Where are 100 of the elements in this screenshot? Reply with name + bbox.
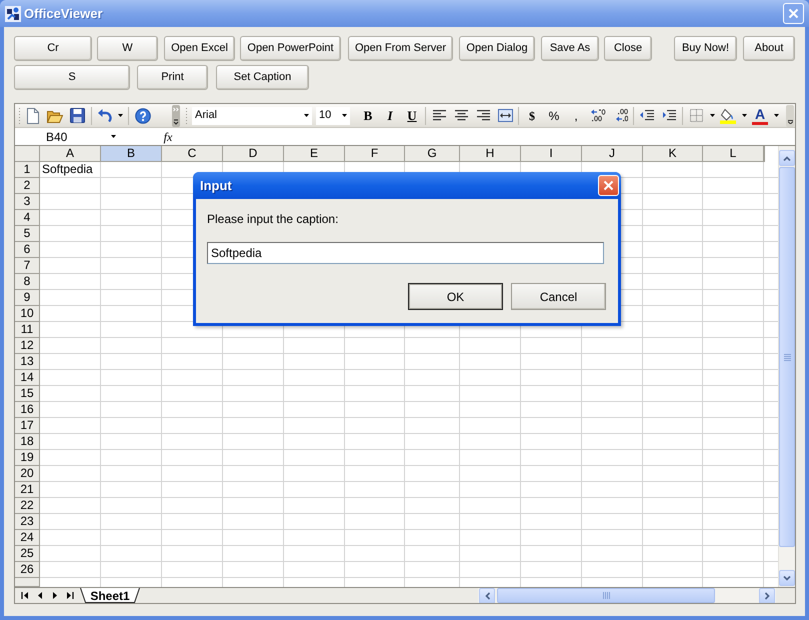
row-header[interactable]: 15 (15, 386, 40, 402)
column-header[interactable]: E (284, 146, 345, 162)
font-size-combo[interactable]: 10 (316, 106, 350, 124)
increase-decimal-icon (590, 109, 606, 122)
merge-center-icon (498, 109, 512, 122)
command-button[interactable]: Open From Server (348, 36, 453, 61)
command-button[interactable]: Close (604, 36, 652, 61)
percent-button[interactable]: % (543, 106, 565, 126)
column-header[interactable]: I (521, 146, 582, 162)
column-header[interactable]: F (345, 146, 405, 162)
underline-button[interactable]: U (401, 106, 423, 126)
skip-forward-icon (66, 591, 74, 600)
row-header[interactable]: 3 (15, 194, 40, 210)
scrollbar-thumb[interactable] (779, 167, 795, 547)
decrease-indent-icon (640, 110, 654, 122)
column-header[interactable]: D (223, 146, 284, 162)
row-header[interactable]: 5 (15, 226, 40, 242)
caret-icon (710, 114, 714, 117)
font-combo[interactable]: Arial (192, 106, 312, 124)
row-header[interactable]: 9 (15, 290, 40, 306)
command-button[interactable]: Save As (541, 36, 599, 61)
scroll-left-button[interactable] (479, 588, 495, 603)
undo-icon (98, 109, 112, 122)
font-color-button[interactable]: A (752, 106, 768, 124)
scrollbar-thumb[interactable] (497, 588, 715, 603)
caret-icon (111, 135, 116, 138)
row-header[interactable]: 25 (15, 546, 40, 562)
dialog-button[interactable]: Cancel (511, 283, 606, 310)
align-center-icon (454, 110, 468, 121)
command-button[interactable]: Set Caption (216, 65, 309, 90)
command-button[interactable]: Open PowerPoint (240, 36, 341, 61)
row-header[interactable]: 12 (15, 338, 40, 354)
row-header[interactable]: 20 (15, 466, 40, 482)
row-header[interactable]: 26 (15, 562, 40, 578)
command-button[interactable]: Open Dialog (459, 36, 535, 61)
row-header[interactable]: 14 (15, 370, 40, 386)
toolbar-overflow-button[interactable] (172, 104, 180, 126)
skip-back-icon (20, 591, 28, 600)
scroll-up-button[interactable] (779, 150, 795, 166)
column-header[interactable]: J (582, 146, 643, 162)
row-header[interactable]: 8 (15, 274, 40, 290)
currency-button[interactable]: $ (521, 106, 543, 126)
comma-style-button[interactable]: , (565, 106, 587, 126)
command-button[interactable]: S (14, 65, 130, 90)
row-header[interactable]: 21 (15, 482, 40, 498)
row-header[interactable]: 24 (15, 530, 40, 546)
command-button[interactable]: Buy Now! (674, 36, 737, 61)
table-cell-text: Softpedia (41, 162, 94, 178)
chevron-down-icon (788, 120, 792, 124)
column-header[interactable]: L (703, 146, 764, 162)
bold-button[interactable]: B (357, 106, 379, 126)
row-header[interactable]: 17 (15, 418, 40, 434)
command-button[interactable]: Print (137, 65, 208, 90)
triangle-right-icon (50, 591, 58, 600)
new-document-icon (26, 108, 40, 124)
row-header[interactable]: 19 (15, 450, 40, 466)
insert-function-button[interactable]: fx (161, 128, 175, 146)
grip-handle-icon (18, 106, 21, 124)
column-header[interactable]: H (460, 146, 521, 162)
row-header[interactable]: 1 (15, 162, 40, 178)
row-header[interactable]: 7 (15, 258, 40, 274)
row-header[interactable]: 18 (15, 434, 40, 450)
borders-icon (690, 109, 702, 122)
command-button[interactable]: Open Excel (164, 36, 235, 61)
row-header[interactable]: 16 (15, 402, 40, 418)
close-button[interactable] (598, 175, 619, 196)
scroll-right-button[interactable] (759, 588, 775, 603)
vertical-scrollbar[interactable] (778, 146, 795, 587)
folder-icon (47, 108, 63, 122)
command-button[interactable]: W (97, 36, 158, 61)
caret-icon (342, 114, 347, 117)
row-header[interactable]: 23 (15, 514, 40, 530)
dialog-title: Input (200, 176, 232, 195)
chevron-up-icon (783, 156, 791, 160)
row-header[interactable]: 6 (15, 242, 40, 258)
caption-field[interactable]: Softpedia (207, 242, 604, 264)
triangle-left-icon (36, 591, 44, 600)
grip-handle-icon (185, 106, 188, 124)
close-icon (788, 8, 799, 19)
command-button[interactable]: About (743, 36, 795, 61)
row-header[interactable]: 4 (15, 210, 40, 226)
column-header[interactable]: C (162, 146, 223, 162)
horizontal-scrollbar[interactable] (478, 588, 776, 603)
row-header[interactable]: 10 (15, 306, 40, 322)
command-button[interactable]: Cr (14, 36, 92, 61)
sheet-tab[interactable]: Sheet1 (80, 588, 140, 603)
row-header[interactable]: 22 (15, 498, 40, 514)
dialog-button[interactable]: OK (408, 283, 503, 310)
help-icon (135, 108, 151, 124)
column-header[interactable]: B (101, 146, 162, 162)
row-header[interactable]: 13 (15, 354, 40, 370)
column-header[interactable]: G (405, 146, 460, 162)
row-header[interactable]: 2 (15, 178, 40, 194)
scroll-down-button[interactable] (779, 570, 795, 586)
italic-button[interactable]: I (379, 106, 401, 126)
caret-icon (774, 114, 778, 117)
row-header[interactable]: 11 (15, 322, 40, 338)
column-header[interactable]: A (40, 146, 101, 162)
column-header[interactable]: K (643, 146, 703, 162)
toolbar-options-button[interactable] (786, 104, 794, 126)
